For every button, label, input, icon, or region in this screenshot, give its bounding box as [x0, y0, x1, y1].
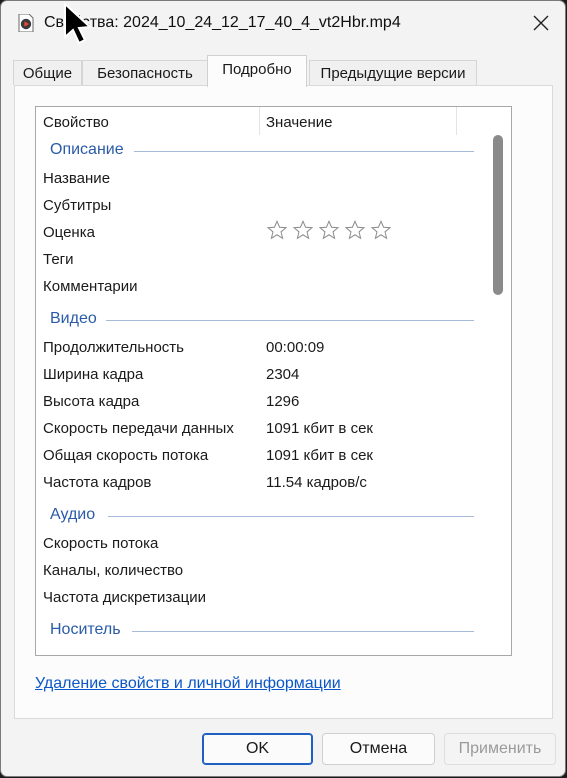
tab-details[interactable]: Подробно: [207, 55, 307, 87]
property-name: Оценка: [43, 224, 95, 241]
property-value: 1091 кбит в сек: [266, 420, 373, 437]
property-name: Название: [43, 170, 111, 187]
column-divider[interactable]: [259, 107, 260, 135]
title-bar[interactable]: Свойства: 2024_10_24_12_17_40_4_vt2Hbr.m…: [1, 1, 565, 47]
property-value: 00:00:09: [266, 339, 325, 356]
star-icon[interactable]: [318, 219, 340, 241]
star-icon[interactable]: [292, 219, 314, 241]
group-divider: [134, 151, 474, 152]
star-icon[interactable]: [266, 219, 288, 241]
group-header-audio[interactable]: Аудио: [50, 504, 474, 526]
property-value: 1296: [266, 393, 300, 410]
property-name: Частота кадров: [43, 474, 152, 491]
group-header-description[interactable]: Описание: [50, 139, 474, 161]
window-title: Свойства: 2024_10_24_12_17_40_4_vt2Hbr.m…: [44, 14, 401, 31]
property-name: Каналы, количество: [43, 562, 184, 579]
property-name: Комментарии: [43, 278, 138, 295]
column-divider[interactable]: [456, 107, 457, 135]
group-label: Аудио: [50, 506, 96, 523]
property-name: Частота дискретизации: [43, 589, 206, 606]
property-value: 11.54 кадров/с: [266, 474, 367, 491]
properties-list[interactable]: Свойство Значение Описание Название Субт…: [35, 106, 512, 656]
group-label: Носитель: [50, 621, 121, 638]
group-divider: [108, 516, 474, 517]
tab-previous-versions[interactable]: Предыдущие версии: [309, 60, 477, 85]
star-icon[interactable]: [344, 219, 366, 241]
property-name: Скорость потока: [43, 535, 159, 552]
property-name: Теги: [43, 251, 74, 268]
property-name: Продолжительность: [43, 339, 184, 356]
property-name: Скорость передачи данных: [43, 420, 234, 437]
property-value: 2304: [266, 366, 300, 383]
group-label: Описание: [50, 141, 124, 158]
group-divider: [132, 631, 474, 632]
ok-button[interactable]: OK: [202, 733, 313, 765]
property-name: Высота кадра: [43, 393, 140, 410]
remove-properties-link[interactable]: Удаление свойств и личной информации: [35, 675, 341, 693]
property-value: 1091 кбит в сек: [266, 447, 373, 464]
column-header: Свойство Значение: [36, 107, 511, 135]
tab-security[interactable]: Безопасность: [82, 60, 208, 85]
tab-general[interactable]: Общие: [13, 60, 82, 85]
property-name: Общая скорость потока: [43, 447, 209, 464]
column-header-value[interactable]: Значение: [266, 114, 333, 131]
column-header-property[interactable]: Свойство: [43, 114, 109, 131]
property-name: Субтитры: [43, 197, 112, 214]
video-file-icon: [18, 14, 34, 32]
group-header-media[interactable]: Носитель: [50, 619, 474, 641]
properties-dialog: Свойства: 2024_10_24_12_17_40_4_vt2Hbr.m…: [0, 0, 566, 777]
property-name: Ширина кадра: [43, 366, 144, 383]
apply-button[interactable]: Применить: [444, 733, 556, 765]
group-label: Видео: [50, 310, 97, 327]
rating-stars[interactable]: [266, 219, 392, 241]
details-panel: Свойство Значение Описание Название Субт…: [14, 85, 553, 719]
group-header-video[interactable]: Видео: [50, 308, 474, 330]
close-button[interactable]: [517, 1, 565, 45]
star-icon[interactable]: [370, 219, 392, 241]
close-icon: [533, 15, 549, 31]
group-divider: [106, 320, 474, 321]
cancel-button[interactable]: Отмена: [322, 733, 435, 765]
scrollbar-thumb[interactable]: [493, 135, 503, 295]
